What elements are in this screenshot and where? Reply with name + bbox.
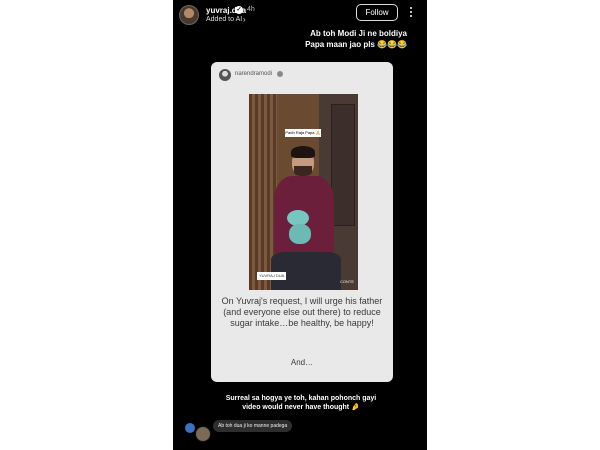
follow-button[interactable]: Follow xyxy=(356,4,398,21)
shared-post-username[interactable]: narendramodi xyxy=(235,71,272,77)
shared-post-card[interactable]: narendramodi Padh Raja Papa 🙏 YUVRAJ DUA… xyxy=(211,62,393,382)
caption-line-1: Ab toh Modi Ji ne boldiya xyxy=(310,29,407,38)
post-time: 4h xyxy=(247,6,255,13)
story-subline[interactable]: Added to AI xyxy=(206,16,242,23)
story-viewer: yuvraj.dua ✓ 4h Added to AI › Follow Ab … xyxy=(173,0,427,450)
shared-video-thumbnail[interactable]: Padh Raja Papa 🙏 YUVRAJ DUA CONTE xyxy=(249,94,358,290)
caption-line-2: Papa maan jao pls 😂😂😂 xyxy=(305,40,407,49)
chevron-right-icon[interactable]: › xyxy=(243,15,246,24)
wardrobe-door xyxy=(331,104,355,226)
video-watermark: CONTE xyxy=(340,279,354,284)
video-overlay-text: Padh Raja Papa 🙏 xyxy=(285,129,321,137)
verified-badge-icon: ✓ xyxy=(235,6,243,14)
bottom-caption-line-1: Surreal sa hogya ye toh, kahan pohonch g… xyxy=(225,395,377,402)
person-beard xyxy=(294,166,312,176)
more-options-icon[interactable] xyxy=(409,7,413,21)
shared-post-verified-icon xyxy=(277,71,283,77)
story-caption: Ab toh Modi Ji ne boldiya Papa maan jao … xyxy=(257,28,407,50)
plush-toy-body xyxy=(289,224,311,244)
video-tag: YUVRAJ DUA xyxy=(257,272,287,280)
profile-avatar[interactable] xyxy=(179,5,199,25)
person-legs xyxy=(271,252,341,290)
commenter-avatar-secondary[interactable] xyxy=(185,423,195,433)
shared-post-avatar[interactable] xyxy=(219,69,231,81)
shared-post-and-text: And… xyxy=(290,358,314,367)
commenter-avatar[interactable] xyxy=(195,426,211,442)
bottom-caption-line-2: video would never have thought 🤌 xyxy=(242,404,360,411)
shared-post-text: On Yuvraj's request, I will urge his fat… xyxy=(221,296,383,328)
comment-bubble[interactable]: Ab toh dua ji ko manne padega xyxy=(213,420,293,432)
person-hair xyxy=(291,146,315,158)
bottom-caption: Surreal sa hogya ye toh, kahan pohonch g… xyxy=(203,394,399,412)
